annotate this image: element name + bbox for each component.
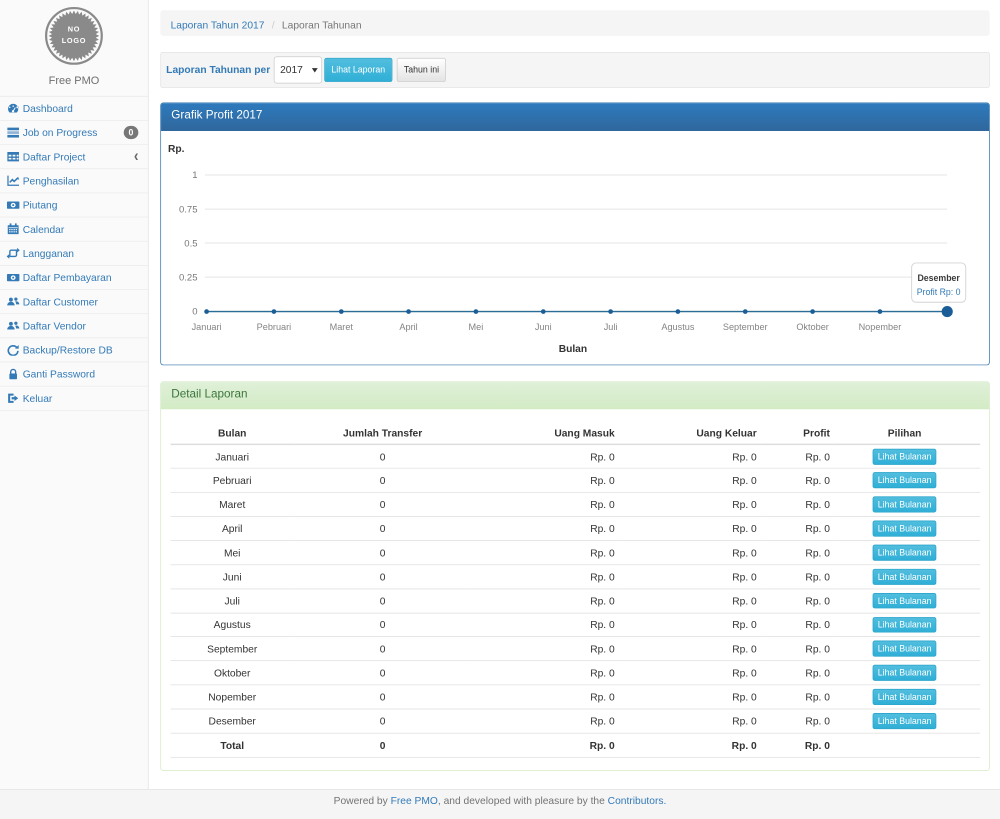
svg-text:Desember: Desember <box>917 273 960 283</box>
svg-text:Juli: Juli <box>604 322 618 332</box>
svg-text:Nopember: Nopember <box>859 322 902 332</box>
svg-text:Juni: Juni <box>535 322 552 332</box>
svg-text:Maret: Maret <box>330 322 354 332</box>
svg-text:Oktober: Oktober <box>796 322 829 332</box>
svg-text:0.25: 0.25 <box>179 272 198 283</box>
svg-text:LOGO: LOGO <box>62 36 86 45</box>
svg-text:Januari: Januari <box>192 322 222 332</box>
svg-text:1: 1 <box>192 170 197 181</box>
svg-text:Agustus: Agustus <box>661 322 694 332</box>
svg-text:Mei: Mei <box>469 322 484 332</box>
svg-text:September: September <box>723 322 768 332</box>
svg-text:NO: NO <box>68 25 80 34</box>
svg-text:0.75: 0.75 <box>179 204 198 215</box>
svg-text:Bulan: Bulan <box>559 344 587 355</box>
svg-text:April: April <box>399 322 417 332</box>
svg-text:Pebruari: Pebruari <box>257 322 292 332</box>
svg-text:Rp.: Rp. <box>168 144 185 155</box>
svg-text:0: 0 <box>192 306 197 317</box>
svg-text:0.5: 0.5 <box>184 238 197 249</box>
svg-text:Profit Rp: 0: Profit Rp: 0 <box>917 287 961 297</box>
